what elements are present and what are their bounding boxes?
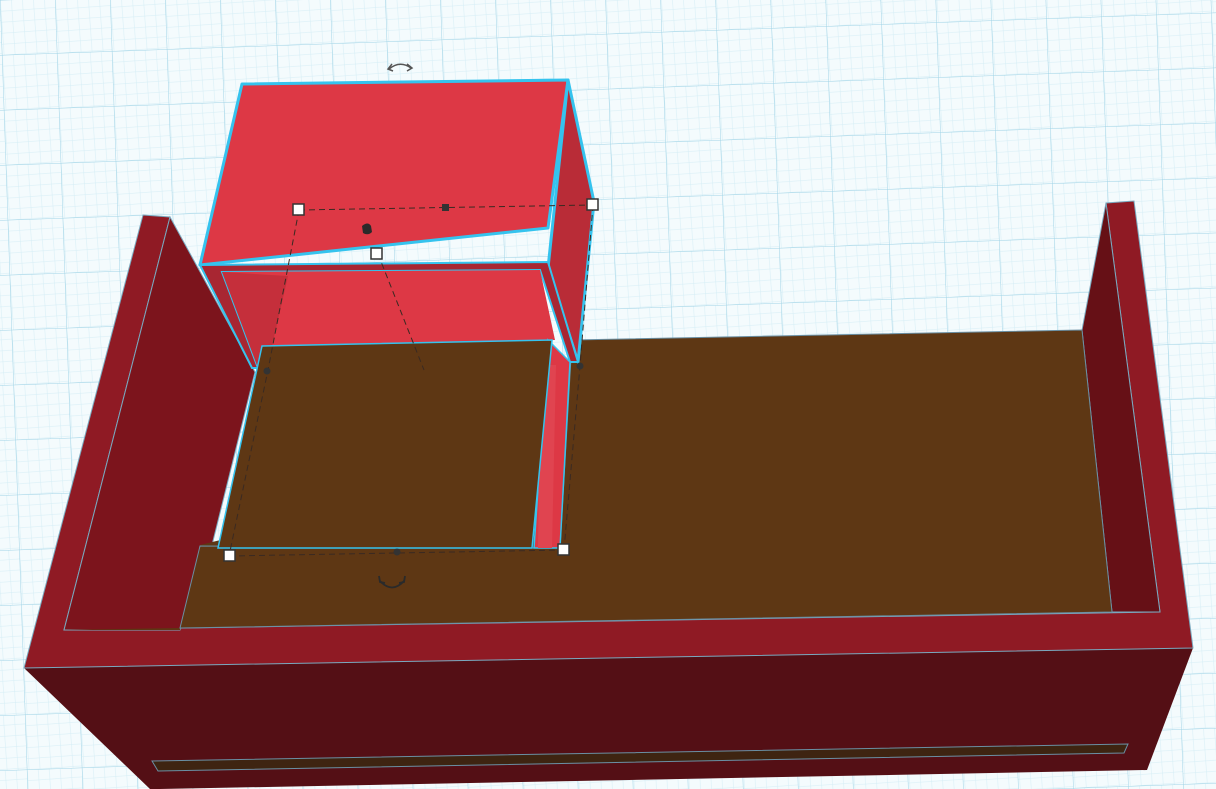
resize-handle-front-left[interactable] xyxy=(223,549,236,562)
resize-handle-back-right[interactable] xyxy=(586,198,599,211)
selected-red-box[interactable] xyxy=(198,78,596,549)
resize-handle-back-left[interactable] xyxy=(292,203,305,216)
edge-handle-left[interactable] xyxy=(263,367,271,375)
edge-handle-front[interactable] xyxy=(393,548,401,556)
resize-handle-center[interactable] xyxy=(370,247,383,260)
resize-handle-front-right[interactable] xyxy=(557,543,570,556)
workplane-viewport[interactable] xyxy=(0,0,1216,789)
edge-handle-right[interactable] xyxy=(576,362,584,370)
resize-handle-back-mid[interactable] xyxy=(442,204,449,211)
